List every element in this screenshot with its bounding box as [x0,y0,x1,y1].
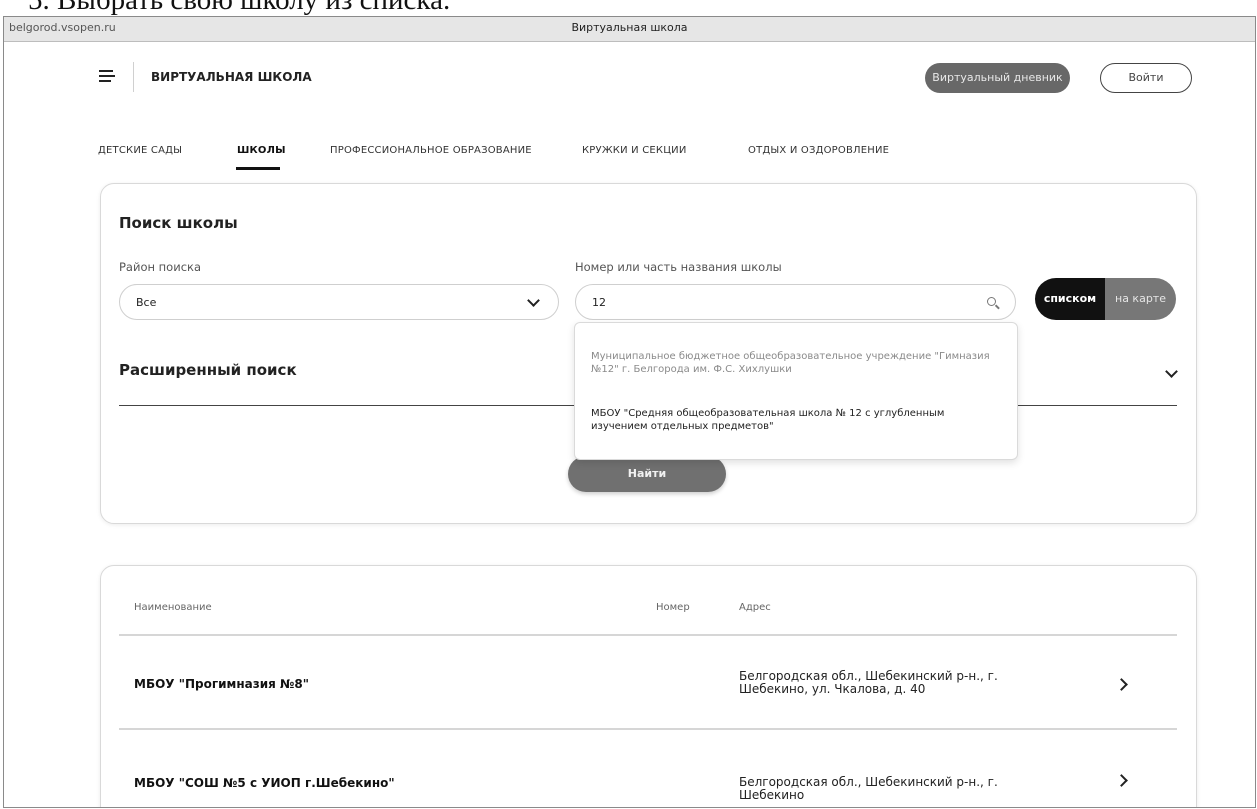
suggestion-item[interactable]: Муниципальное бюджетное общеобразователь… [591,350,991,376]
search-icon[interactable] [987,297,1000,310]
chevron-right-icon[interactable] [1115,774,1128,787]
view-map-button[interactable]: на карте [1105,278,1176,320]
tab-kindergartens[interactable]: ДЕТСКИЕ САДЫ [98,145,182,156]
document-heading: 5. Выбрать свою школу из списка. [28,0,451,16]
category-tabs: ДЕТСКИЕ САДЫ ШКОЛЫ ПРОФЕССИОНАЛЬНОЕ ОБРА… [4,145,1255,175]
chevron-down-icon [527,294,540,307]
row-divider [119,728,1177,730]
view-mode-toggle: списком на карте [1035,278,1176,320]
chevron-down-icon[interactable] [1165,365,1178,378]
active-tab-indicator [236,167,280,170]
school-name[interactable]: МБОУ "СОШ №5 с УИОП г.Шебекино" [134,776,395,790]
virtual-diary-button[interactable]: Виртуальный дневник [925,63,1070,93]
tab-title: Виртуальная школа [571,21,688,34]
column-header-address: Адрес [739,602,771,613]
school-name[interactable]: МБОУ "Прогимназия №8" [134,677,309,691]
tab-schools[interactable]: ШКОЛЫ [237,145,286,156]
tab-professional-education[interactable]: ПРОФЕССИОНАЛЬНОЕ ОБРАЗОВАНИЕ [330,145,532,156]
hamburger-menu-icon[interactable] [99,70,115,82]
district-select[interactable]: Все [119,284,559,320]
site-header: ВИРТУАЛЬНАЯ ШКОЛА Виртуальный дневник Во… [4,42,1255,112]
school-address: Белгородская обл., Шебекинский р-н., г. … [739,669,998,696]
advanced-search-toggle[interactable]: Расширенный поиск [119,361,297,379]
results-table: Наименование Номер Адрес МБОУ "Прогимназ… [100,565,1197,807]
site-brand[interactable]: ВИРТУАЛЬНАЯ ШКОЛА [151,70,312,84]
chevron-right-icon[interactable] [1115,678,1128,691]
header-divider [119,634,1177,636]
browser-window: belgorod.vsopen.ru Виртуальная школа ВИР… [3,16,1256,808]
browser-bar: belgorod.vsopen.ru Виртуальная школа [4,17,1255,42]
school-address: Белгородская обл., Шебекинский р-н., г. … [739,775,998,802]
column-header-number: Номер [656,602,690,613]
district-label: Район поиска [119,260,202,274]
search-query-value: 12 [592,296,606,309]
district-value: Все [136,296,157,309]
search-suggestions-dropdown: Муниципальное бюджетное общеобразователь… [574,322,1018,460]
header-divider [133,62,134,92]
login-button[interactable]: Войти [1100,63,1192,93]
column-header-name: Наименование [134,602,212,613]
school-query-label: Номер или часть названия школы [575,260,782,274]
suggestion-item[interactable]: МБОУ "Средняя общеобразовательная школа … [591,407,991,433]
tab-clubs-sections[interactable]: КРУЖКИ И СЕКЦИИ [582,145,687,156]
school-search-input[interactable]: 12 [575,284,1016,320]
find-button[interactable]: Найти [568,456,726,492]
tab-recreation[interactable]: ОТДЫХ И ОЗДОРОВЛЕНИЕ [748,145,889,156]
search-title: Поиск школы [119,214,238,232]
view-list-button[interactable]: списком [1035,278,1105,320]
